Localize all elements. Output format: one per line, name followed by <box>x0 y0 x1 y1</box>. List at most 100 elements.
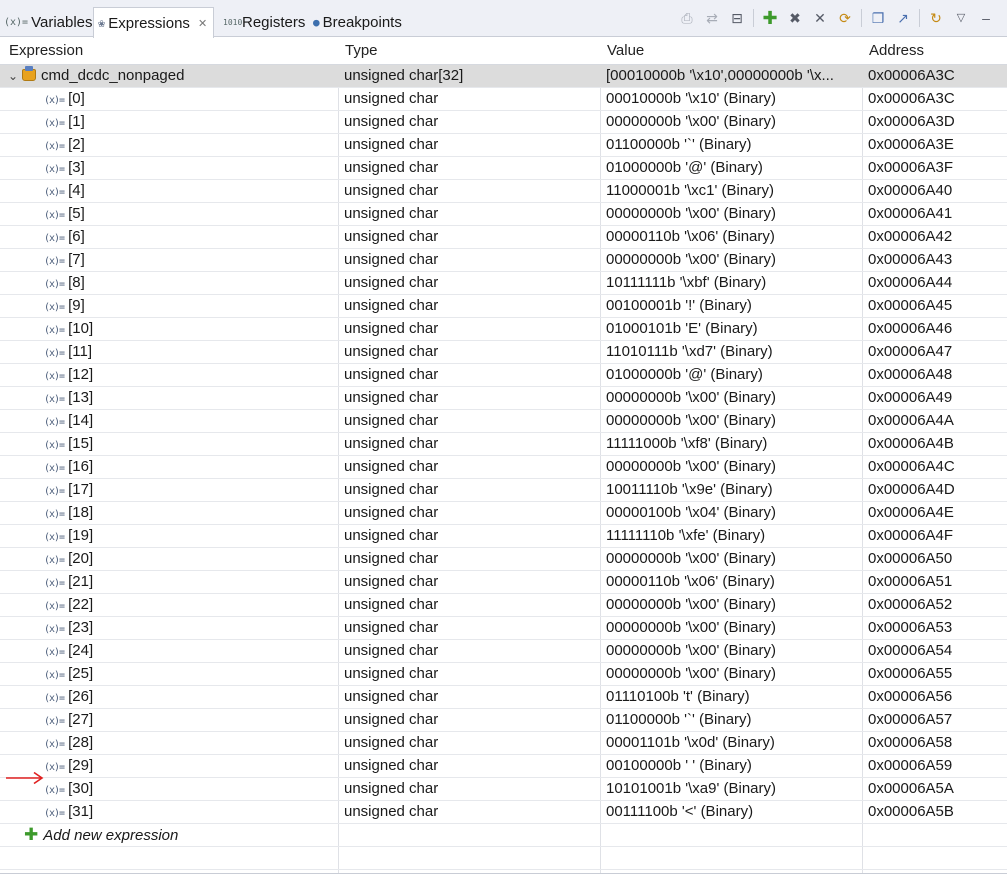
element-value[interactable]: 00000000b '\x00' (Binary) <box>606 203 860 225</box>
type-names-icon[interactable]: ⇄ <box>703 9 721 27</box>
table-row[interactable]: (x)= [27] unsigned char 01100000b '`' (Bina… <box>0 709 1007 732</box>
expression-cell: (x)= [14] <box>8 410 338 432</box>
table-row[interactable]: (x)= [9] unsigned char 00100001b '!' (Binar… <box>0 295 1007 318</box>
copy-expression-icon[interactable]: ⎙ <box>678 9 696 27</box>
element-value[interactable]: 00000000b '\x00' (Binary) <box>606 548 860 570</box>
add-new-expression-label[interactable]: Add new expression <box>43 827 178 844</box>
table-row[interactable]: (x)= [28] unsigned char 00001101b '\x0d' (B… <box>0 732 1007 755</box>
collapse-all-icon[interactable]: ⊟ <box>728 9 746 27</box>
add-expression-icon[interactable]: ✚ <box>761 9 779 27</box>
element-value[interactable]: 00000000b '\x00' (Binary) <box>606 387 860 409</box>
parent-type: unsigned char[32] <box>344 67 464 84</box>
table-row[interactable]: (x)= [16] unsigned char 00000000b '\x00' (B… <box>0 456 1007 479</box>
element-value[interactable]: 10101001b '\xa9' (Binary) <box>606 778 860 800</box>
add-new-expression-row[interactable]: ✚ Add new expression <box>0 824 1007 847</box>
view-menu-chevron-down-icon[interactable]: ▽ <box>952 9 970 27</box>
element-value[interactable]: 00100000b ' ' (Binary) <box>606 755 860 777</box>
variable-icon: (x)= <box>44 440 65 451</box>
table-row[interactable]: (x)= [6] unsigned char 00000110b '\x06' (Bi… <box>0 226 1007 249</box>
parent-value[interactable]: [00010000b '\x10',00000000b '\x... <box>606 65 860 87</box>
element-value[interactable]: 01000000b '@' (Binary) <box>606 364 860 386</box>
element-value[interactable]: 00000110b '\x06' (Binary) <box>606 571 860 593</box>
table-row[interactable]: (x)= [12] unsigned char 01000000b '@' (Bina… <box>0 364 1007 387</box>
tab-expressions[interactable]: ❀ Expressions ✕ <box>93 7 215 38</box>
remove-all-icon[interactable]: ✕ <box>811 9 829 27</box>
table-row[interactable]: (x)= [8] unsigned char 10111111b '\xbf' (Bi… <box>0 272 1007 295</box>
element-value[interactable]: 11000001b '\xc1' (Binary) <box>606 180 860 202</box>
new-view-icon[interactable]: ❐ <box>869 9 887 27</box>
column-header-address[interactable]: Address <box>869 38 924 64</box>
variable-icon: (x)= <box>44 302 65 313</box>
table-row[interactable]: (x)= [17] unsigned char 10011110b '\x9e' (B… <box>0 479 1007 502</box>
element-value[interactable]: 11010111b '\xd7' (Binary) <box>606 341 860 363</box>
table-row[interactable]: (x)= [10] unsigned char 01000101b 'E' (Bina… <box>0 318 1007 341</box>
table-row[interactable]: (x)= [21] unsigned char 00000110b '\x06' (B… <box>0 571 1007 594</box>
close-icon[interactable]: ✕ <box>198 17 207 30</box>
element-value[interactable]: 00010000b '\x10' (Binary) <box>606 88 860 110</box>
element-value[interactable]: 10111111b '\xbf' (Binary) <box>606 272 860 294</box>
table-row[interactable]: (x)= [18] unsigned char 00000100b '\x04' (B… <box>0 502 1007 525</box>
table-row[interactable]: (x)= [4] unsigned char 11000001b '\xc1' (Bi… <box>0 180 1007 203</box>
element-value[interactable]: 00000000b '\x00' (Binary) <box>606 111 860 133</box>
tab-variables[interactable]: (x)= Variables <box>4 8 93 37</box>
element-value[interactable]: 00000000b '\x00' (Binary) <box>606 410 860 432</box>
table-row[interactable]: (x)= [30] unsigned char 10101001b '\xa9' (B… <box>0 778 1007 801</box>
table-row[interactable]: (x)= [25] unsigned char 00000000b '\x00' (B… <box>0 663 1007 686</box>
element-type: unsigned char <box>344 481 439 498</box>
table-row[interactable]: (x)= [3] unsigned char 01000000b '@' (Binar… <box>0 157 1007 180</box>
table-row-parent[interactable]: ⌄ cmd_dcdc_nonpaged unsigned char[32] [00… <box>0 65 1007 88</box>
table-row[interactable]: (x)= [20] unsigned char 00000000b '\x00' (B… <box>0 548 1007 571</box>
table-row[interactable]: (x)= [19] unsigned char 11111110b '\xfe' (B… <box>0 525 1007 548</box>
table-row[interactable]: (x)= [2] unsigned char 01100000b '`' (Binar… <box>0 134 1007 157</box>
table-row[interactable]: (x)= [0] unsigned char 00010000b '\x10' (Bi… <box>0 88 1007 111</box>
element-value[interactable]: 00100001b '!' (Binary) <box>606 295 860 317</box>
table-row[interactable]: (x)= [15] unsigned char 11111000b '\xf8' (B… <box>0 433 1007 456</box>
element-value[interactable]: 00000000b '\x00' (Binary) <box>606 640 860 662</box>
tab-expressions-label: Expressions <box>108 14 190 32</box>
sync-icon[interactable]: ↻ <box>927 9 945 27</box>
variable-icon: (x)= <box>44 417 65 428</box>
chevron-down-icon[interactable]: ⌄ <box>8 65 22 87</box>
table-row[interactable]: (x)= [22] unsigned char 00000000b '\x00' (B… <box>0 594 1007 617</box>
remove-icon[interactable]: ✖ <box>786 9 804 27</box>
table-row[interactable]: (x)= [5] unsigned char 00000000b '\x00' (Bi… <box>0 203 1007 226</box>
element-value[interactable]: 00000110b '\x06' (Binary) <box>606 226 860 248</box>
element-value[interactable]: 00000000b '\x00' (Binary) <box>606 663 860 685</box>
element-value[interactable]: 00111100b '<' (Binary) <box>606 801 860 823</box>
table-row[interactable]: (x)= [14] unsigned char 00000000b '\x00' (B… <box>0 410 1007 433</box>
column-header-expression[interactable]: Expression <box>9 38 83 64</box>
element-value[interactable]: 01110100b 't' (Binary) <box>606 686 860 708</box>
table-row[interactable]: (x)= [1] unsigned char 00000000b '\x00' (Bi… <box>0 111 1007 134</box>
column-header-value[interactable]: Value <box>607 38 644 64</box>
element-value[interactable]: 11111000b '\xf8' (Binary) <box>606 433 860 455</box>
table-row[interactable]: (x)= [29] unsigned char 00100000b ' ' (Bina… <box>0 755 1007 778</box>
tab-registers[interactable]: 1010 Registers <box>223 8 305 37</box>
element-value[interactable]: 01100000b '`' (Binary) <box>606 134 860 156</box>
element-value[interactable]: 10011110b '\x9e' (Binary) <box>606 479 860 501</box>
refresh-icon[interactable]: ⟳ <box>836 9 854 27</box>
element-value[interactable]: 01000000b '@' (Binary) <box>606 157 860 179</box>
expressions-table: Expression Type Value Address ⌄ cmd_dcdc_… <box>0 38 1007 874</box>
element-value[interactable]: 01100000b '`' (Binary) <box>606 709 860 731</box>
table-row[interactable]: (x)= [23] unsigned char 00000000b '\x00' (B… <box>0 617 1007 640</box>
table-row[interactable]: (x)= [26] unsigned char 01110100b 't' (Bina… <box>0 686 1007 709</box>
element-value[interactable]: 00001101b '\x0d' (Binary) <box>606 732 860 754</box>
pin-icon[interactable]: ↗ <box>894 9 912 27</box>
table-row[interactable]: (x)= [31] unsigned char 00111100b '<' (Bina… <box>0 801 1007 824</box>
table-row[interactable]: (x)= [7] unsigned char 00000000b '\x00' (Bi… <box>0 249 1007 272</box>
element-value[interactable]: 00000000b '\x00' (Binary) <box>606 249 860 271</box>
tab-breakpoints[interactable]: ● Breakpoints <box>313 8 402 37</box>
element-value[interactable]: 11111110b '\xfe' (Binary) <box>606 525 860 547</box>
table-row[interactable]: (x)= [11] unsigned char 11010111b '\xd7' (B… <box>0 341 1007 364</box>
element-value[interactable]: 01000101b 'E' (Binary) <box>606 318 860 340</box>
element-value[interactable]: 00000000b '\x00' (Binary) <box>606 594 860 616</box>
table-row[interactable]: (x)= [24] unsigned char 00000000b '\x00' (B… <box>0 640 1007 663</box>
column-header-type[interactable]: Type <box>345 38 378 64</box>
expression-cell: (x)= [26] <box>8 686 338 708</box>
minimize-icon[interactable]: – <box>977 9 995 27</box>
table-row[interactable]: (x)= [13] unsigned char 00000000b '\x00' (B… <box>0 387 1007 410</box>
expression-cell: (x)= [8] <box>8 272 338 294</box>
element-value[interactable]: 00000000b '\x00' (Binary) <box>606 456 860 478</box>
element-value[interactable]: 00000100b '\x04' (Binary) <box>606 502 860 524</box>
element-value[interactable]: 00000000b '\x00' (Binary) <box>606 617 860 639</box>
